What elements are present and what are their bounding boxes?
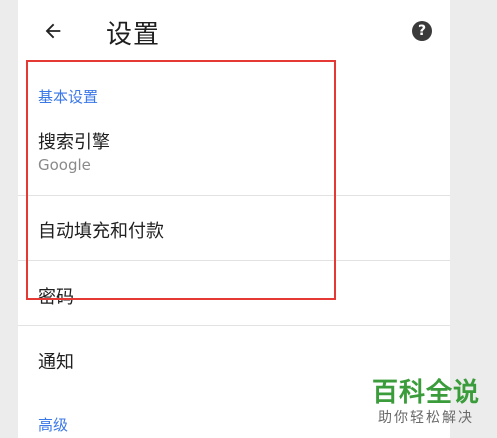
search-engine-value: Google (38, 156, 91, 174)
passwords-item[interactable]: 密码 (18, 261, 450, 325)
notifications-title: 通知 (38, 352, 74, 373)
back-button[interactable] (38, 16, 68, 46)
section-header-advanced: 高级 (38, 416, 69, 434)
autofill-payments-item[interactable]: 自动填充和付款 (18, 196, 450, 260)
search-engine-title: 搜索引擎 (38, 132, 110, 153)
autofill-payments-title: 自动填充和付款 (38, 221, 164, 242)
search-engine-item[interactable]: 搜索引擎 Google (18, 118, 450, 194)
arrow-left-icon (45, 23, 61, 39)
watermark-title: 百科全说 (371, 378, 480, 408)
app-bar: 设置 ? (18, 0, 450, 62)
passwords-title: 密码 (38, 287, 74, 308)
section-header-basic: 基本设置 (38, 88, 99, 106)
watermark-subtitle: 助你轻松解决 (378, 410, 474, 426)
page-title: 设置 (106, 20, 161, 50)
help-circle-icon: ? (417, 23, 427, 39)
watermark-logo: 百科全说 助你轻松解决 (367, 378, 485, 428)
help-button[interactable]: ? (412, 21, 432, 41)
settings-panel: 设置 ? 基本设置 搜索引擎 Google 自动填充和付款 密码 通知 高级 (18, 0, 450, 438)
